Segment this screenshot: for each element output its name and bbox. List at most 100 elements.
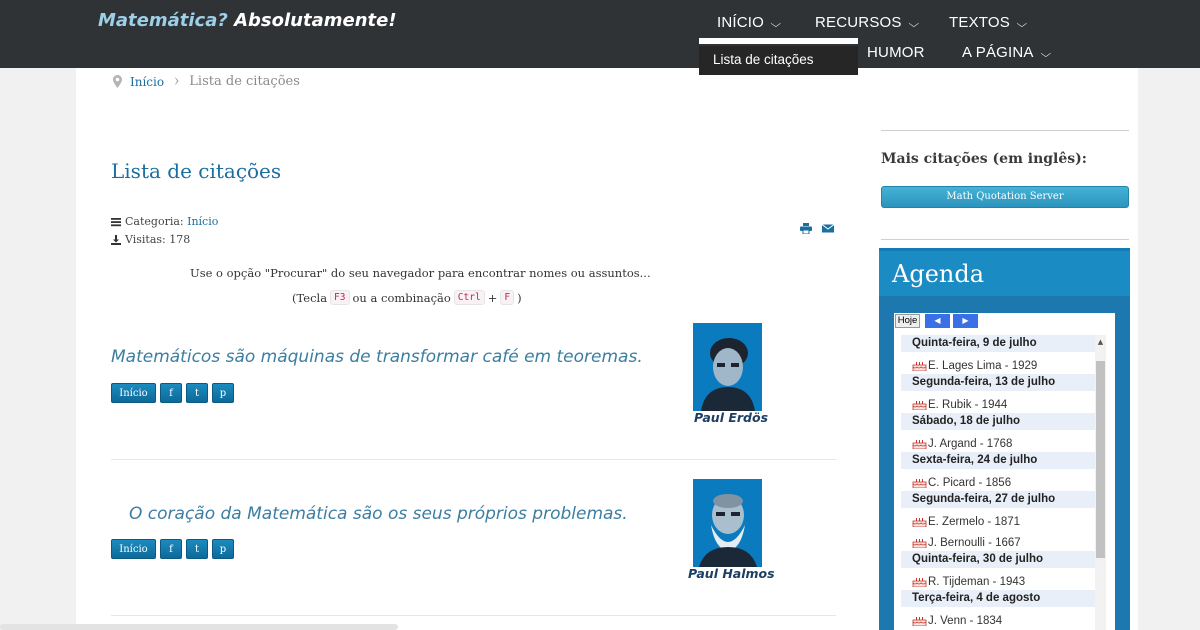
- author-name: Paul Halmos: [688, 566, 775, 581]
- nav-a-pagina-label: A PÁGINA: [962, 44, 1034, 61]
- sidebar-divider: [881, 239, 1129, 240]
- nav-inicio-label: INÍCIO: [717, 14, 765, 31]
- calendar-day-header: Quinta-feira, 9 de julho: [901, 335, 1095, 353]
- nav-textos[interactable]: TEXTOS ⌵: [949, 14, 1028, 31]
- calendar-event[interactable]: C. Picard - 1856: [901, 470, 1095, 491]
- calendar-event[interactable]: J. Argand - 1768: [901, 431, 1095, 452]
- keys-suffix: ): [517, 290, 522, 305]
- site-title[interactable]: Matemática? Absolutamente!: [98, 10, 397, 31]
- home-button[interactable]: Início: [111, 383, 156, 403]
- birthday-cake-icon: [912, 399, 927, 411]
- quote-divider: [111, 615, 836, 616]
- download-icon: [111, 234, 121, 245]
- chevron-down-icon: ⌵: [1016, 19, 1028, 30]
- chevron-right-icon[interactable]: ▶: [953, 314, 978, 328]
- facebook-share-button[interactable]: f: [160, 383, 182, 403]
- keys-prefix: (Tecla: [292, 290, 328, 305]
- key-f: F: [500, 290, 515, 305]
- calendar-day-header: Sexta-feira, 24 de julho: [901, 452, 1095, 470]
- calendar-event-label: J. Bernoulli - 1667: [928, 536, 1021, 549]
- calendar-event-label: C. Picard - 1856: [928, 476, 1012, 489]
- nav-textos-label: TEXTOS: [949, 14, 1010, 31]
- calendar-event-label: J. Argand - 1768: [928, 437, 1013, 450]
- print-icon[interactable]: [800, 219, 812, 235]
- article-tools: [800, 219, 835, 235]
- calendar-event-list: Quinta-feira, 9 de julho E. Lages Lima - …: [901, 335, 1095, 629]
- visits-count: 178: [169, 233, 191, 246]
- quote-share-buttons: Início f t p: [111, 383, 234, 403]
- search-instruction-keys: (Tecla F3 ou a combinação Ctrl + F ): [292, 290, 522, 305]
- site-title-question: Matemática?: [98, 10, 228, 31]
- math-quotation-server-button[interactable]: Math Quotation Server: [881, 186, 1129, 208]
- calendar-event-label: E. Rubik - 1944: [928, 398, 1008, 411]
- agenda-widget: Agenda Hoje ◀ ▶ Quinta-feira, 9 de julho…: [879, 248, 1130, 630]
- key-ctrl: Ctrl: [453, 290, 485, 305]
- chevron-down-icon: ⌵: [770, 19, 782, 30]
- nav-humor-label: HUMOR: [867, 44, 925, 61]
- twitter-share-button[interactable]: t: [186, 539, 208, 559]
- calendar-event[interactable]: E. Zermelo - 1871: [901, 509, 1095, 530]
- nav-humor[interactable]: HUMOR: [867, 44, 925, 61]
- agenda-header: Agenda: [879, 248, 1130, 296]
- chevron-right-icon: ›: [174, 71, 180, 92]
- nav-a-pagina[interactable]: A PÁGINA ⌵: [962, 44, 1051, 61]
- category-label: Categoria:: [125, 215, 184, 228]
- breadcrumb-home-link[interactable]: Início: [130, 75, 164, 89]
- calendar-event[interactable]: J. Venn - 1834: [901, 608, 1095, 629]
- nav-inicio[interactable]: INÍCIO ⌵: [717, 14, 782, 31]
- chevron-left-icon[interactable]: ◀: [925, 314, 950, 328]
- calendar-scroll-thumb[interactable]: [1096, 361, 1105, 558]
- sidebar-divider: [881, 130, 1129, 131]
- agenda-title: Agenda: [892, 260, 985, 288]
- calendar-event-label: E. Lages Lima - 1929: [928, 359, 1038, 372]
- twitter-share-button[interactable]: t: [186, 383, 208, 403]
- author-portrait: [693, 323, 762, 411]
- page-title: Lista de citações: [111, 159, 282, 183]
- dropdown-item-lista-citacoes[interactable]: Lista de citações: [699, 46, 858, 75]
- pinterest-share-button[interactable]: p: [212, 539, 234, 559]
- calendar-day-header: Sábado, 18 de julho: [901, 413, 1095, 431]
- calendar-day-header: Segunda-feira, 27 de julho: [901, 491, 1095, 509]
- today-button[interactable]: Hoje: [895, 314, 920, 328]
- birthday-cake-icon: [912, 576, 927, 588]
- calendar-event[interactable]: E. Rubik - 1944: [901, 392, 1095, 413]
- calendar-event[interactable]: R. Tijdeman - 1943: [901, 569, 1095, 590]
- birthday-cake-icon: [912, 360, 927, 372]
- nav-recursos[interactable]: RECURSOS ⌵: [815, 14, 919, 31]
- sidebar-more-quotes-heading: Mais citações (em inglês):: [881, 151, 1087, 167]
- quote-share-buttons: Início f t p: [111, 539, 234, 559]
- calendar-event-label: J. Venn - 1834: [928, 614, 1003, 627]
- quote-text: O coração da Matemática são os seus próp…: [129, 504, 628, 524]
- home-button[interactable]: Início: [111, 539, 156, 559]
- calendar-event[interactable]: E. Lages Lima - 1929: [901, 353, 1095, 374]
- dropdown-top-strip: [699, 38, 858, 44]
- meta-visits: Visitas: 178: [111, 233, 190, 246]
- author-portrait: [693, 479, 762, 567]
- nav-recursos-label: RECURSOS: [815, 14, 902, 31]
- birthday-cake-icon: [912, 537, 927, 549]
- calendar-event-label: E. Zermelo - 1871: [928, 515, 1021, 528]
- keys-plus: +: [487, 290, 498, 305]
- agenda-calendar: Hoje ◀ ▶ Quinta-feira, 9 de julho E. Lage…: [894, 313, 1115, 630]
- birthday-cake-icon: [912, 438, 927, 450]
- calendar-event[interactable]: J. Bernoulli - 1667: [901, 530, 1095, 551]
- search-instruction: Use o opção "Procurar" do seu navegador …: [190, 266, 651, 280]
- chevron-down-icon: ⌵: [1040, 49, 1051, 60]
- category-link[interactable]: Início: [187, 215, 218, 228]
- list-icon: [111, 217, 121, 226]
- birthday-cake-icon: [912, 615, 927, 627]
- email-icon[interactable]: [821, 219, 835, 233]
- meta-category: Categoria: Início: [111, 215, 218, 228]
- visits-label: Visitas:: [125, 233, 166, 246]
- calendar-event-label: R. Tijdeman - 1943: [928, 575, 1026, 588]
- key-f3: F3: [330, 290, 350, 305]
- birthday-cake-icon: [912, 477, 927, 489]
- facebook-share-button[interactable]: f: [160, 539, 182, 559]
- chevron-down-icon: ⌵: [908, 19, 919, 30]
- horizontal-scrollbar[interactable]: [0, 624, 398, 630]
- scroll-up-icon[interactable]: ▲: [1095, 335, 1106, 349]
- breadcrumb: Início › Lista de citações: [113, 71, 300, 92]
- pinterest-share-button[interactable]: p: [212, 383, 234, 403]
- keys-mid: ou a combinação: [352, 290, 451, 305]
- quote-divider: [111, 459, 836, 460]
